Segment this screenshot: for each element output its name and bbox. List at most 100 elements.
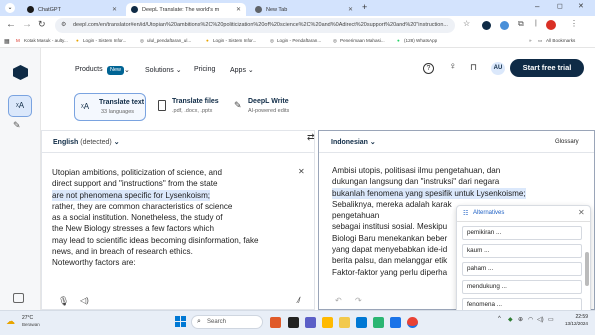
scrollbar-thumb[interactable] bbox=[585, 252, 589, 286]
translate-mode-icon[interactable]: ᵡA bbox=[8, 95, 32, 117]
source-text-area[interactable]: Utopian ambitions, politicization of sci… bbox=[52, 167, 300, 269]
bookmark-item[interactable]: (128) WhatsApp bbox=[404, 38, 437, 43]
tray-app-icon[interactable]: ◆ bbox=[508, 316, 513, 323]
bookmark-item[interactable]: ulul_pendaftaran_ul... bbox=[147, 38, 191, 43]
taskbar-app-icon[interactable] bbox=[373, 317, 384, 328]
windows-start-icon[interactable] bbox=[175, 316, 186, 327]
maximize-icon[interactable]: ◻ bbox=[557, 2, 563, 10]
reload-icon[interactable]: ↻ bbox=[38, 19, 46, 30]
extensions-puzzle-icon[interactable]: ⧉ bbox=[518, 19, 524, 29]
bookmark-item[interactable]: Login - Pendaftaran... bbox=[277, 38, 321, 43]
tab-new-tab[interactable]: New Tab ✕ bbox=[250, 3, 358, 16]
undo-icon[interactable]: ↶ bbox=[335, 296, 342, 305]
help-icon[interactable]: ? bbox=[423, 63, 434, 74]
source-line: the New Biology stresses a few factors w… bbox=[52, 224, 214, 234]
language-icon[interactable]: ⊕ bbox=[518, 316, 523, 323]
tab-translate-text[interactable]: ᵡA Translate text 33 languages bbox=[74, 93, 146, 121]
chevron-right-icon[interactable]: » bbox=[529, 38, 532, 43]
close-icon[interactable]: ✕ bbox=[578, 208, 585, 217]
bookmarks-bar: ▦ M Kotak Masuk - aulty... ● Login - Sis… bbox=[0, 36, 595, 48]
lightbulb-icon[interactable]: ♀ bbox=[449, 61, 457, 72]
pen-sparkle-icon: ✎ bbox=[234, 100, 242, 110]
tab-search-icon[interactable]: ⌄ bbox=[5, 3, 15, 13]
glossary-button[interactable]: Glossary bbox=[555, 139, 579, 145]
speaker-icon[interactable]: ◁) bbox=[80, 296, 89, 305]
deepl-logo-icon[interactable] bbox=[13, 65, 28, 80]
taskbar-app-icon[interactable] bbox=[339, 317, 350, 328]
window-close-icon[interactable]: ✕ bbox=[578, 2, 584, 10]
redo-icon[interactable]: ↷ bbox=[355, 296, 362, 305]
taskbar-app-icon[interactable] bbox=[390, 317, 401, 328]
alternative-item[interactable]: mendukung ... bbox=[462, 280, 582, 294]
alternative-item[interactable]: paham ... bbox=[462, 262, 582, 276]
nav-products[interactable]: Products bbox=[75, 66, 103, 73]
bookmark-item[interactable]: Login - Sistem Infor... bbox=[83, 38, 126, 43]
taskbar-app-icon[interactable] bbox=[270, 317, 281, 328]
deepl-extension-icon[interactable] bbox=[482, 21, 491, 30]
weather-temp: 27°C bbox=[22, 315, 34, 321]
nav-apps[interactable]: Apps ⌄ bbox=[230, 66, 254, 74]
url-field[interactable]: ⚙ deepl.com/en/translator#en/id/Utopian%… bbox=[55, 18, 455, 33]
site-info-icon[interactable]: ⚙ bbox=[61, 18, 66, 33]
start-free-trial-button[interactable]: Start free trial bbox=[510, 59, 584, 77]
back-icon[interactable]: ← bbox=[6, 19, 16, 30]
forward-icon[interactable]: → bbox=[22, 19, 32, 30]
swap-languages-icon[interactable]: ⇄ bbox=[307, 132, 315, 143]
microphone-icon[interactable]: 🎙︎ bbox=[58, 296, 69, 307]
teams-icon[interactable] bbox=[305, 317, 316, 328]
close-icon[interactable]: ✕ bbox=[112, 6, 117, 13]
wifi-icon[interactable]: ◠ bbox=[528, 316, 533, 323]
bookmark-item[interactable]: Penerimaan Mahasi... bbox=[340, 38, 385, 43]
chrome-icon[interactable] bbox=[407, 317, 418, 328]
bookmark-icon[interactable]: ⊓ bbox=[470, 62, 477, 73]
nav-pricing[interactable]: Pricing bbox=[194, 66, 215, 73]
mode-subtitle: AI-powered edits bbox=[248, 108, 290, 114]
close-icon[interactable]: ✕ bbox=[236, 6, 241, 13]
folder-icon: ▭ bbox=[538, 38, 543, 43]
source-language-select[interactable]: English (detected) ⌄ bbox=[53, 138, 120, 146]
profile-avatar-icon[interactable] bbox=[546, 20, 556, 30]
nav-solutions[interactable]: Solutions ⌄ bbox=[145, 66, 182, 74]
apps-grid-icon[interactable]: ▦ bbox=[4, 38, 10, 45]
left-rail: ᵡA ✎ bbox=[0, 48, 41, 310]
source-line: news, and in breach of research ethics. bbox=[52, 247, 193, 257]
close-icon[interactable]: ✕ bbox=[348, 6, 353, 13]
mode-title: Translate files bbox=[172, 98, 219, 105]
weather-icon[interactable]: ☁ bbox=[6, 316, 18, 326]
new-tab-icon[interactable]: + bbox=[362, 2, 367, 12]
task-view-icon[interactable] bbox=[288, 317, 299, 328]
volume-icon[interactable]: ◁) bbox=[537, 316, 544, 323]
clear-formatting-icon[interactable]: ⁄̸ bbox=[298, 296, 299, 305]
bookmark-item[interactable]: Login - Sistem Infor... bbox=[213, 38, 256, 43]
globe-icon: ◎ bbox=[140, 38, 145, 43]
alternative-item[interactable]: pemikiran ... bbox=[462, 226, 582, 240]
minimize-icon[interactable]: – bbox=[535, 2, 539, 11]
bookmark-item[interactable]: All Bookmarks bbox=[546, 38, 575, 43]
tab-deepl-write[interactable]: ✎ DeepL Write AI-powered edits bbox=[230, 93, 305, 121]
bookmark-item[interactable]: Kotak Masuk - aulty... bbox=[24, 38, 68, 43]
taskbar-search[interactable]: ⌕ Search bbox=[191, 315, 263, 329]
tab-translate-files[interactable]: Translate files .pdf, .docx, .pptx bbox=[154, 93, 224, 121]
user-avatar[interactable]: AU bbox=[491, 62, 505, 75]
alternative-item[interactable]: kaum ... bbox=[462, 244, 582, 258]
file-explorer-icon[interactable] bbox=[322, 317, 333, 328]
menu-dots-icon[interactable]: ⋮ bbox=[570, 19, 578, 28]
extension-icon[interactable] bbox=[500, 21, 509, 30]
target-line-highlighted: bukanlah fenomena yang spesifik untuk Ly… bbox=[332, 187, 526, 199]
target-language-select[interactable]: Indonesian ⌄ bbox=[331, 138, 376, 146]
list-icon: ☷ bbox=[463, 211, 469, 217]
write-mode-icon[interactable]: ✎ bbox=[13, 120, 21, 131]
tab-label: New Tab bbox=[266, 6, 288, 13]
tray-chevron-icon[interactable]: ^ bbox=[498, 316, 501, 322]
bookmark-star-icon[interactable]: ☆ bbox=[463, 19, 470, 28]
tab-chatgpt[interactable]: ChatGPT ✕ bbox=[22, 3, 122, 16]
source-line: Noteworthy factors are: bbox=[52, 258, 136, 268]
store-icon[interactable] bbox=[356, 317, 367, 328]
alternatives-title: Alternatives bbox=[473, 210, 505, 216]
chevron-down-icon[interactable]: ⌄ bbox=[124, 66, 130, 74]
battery-icon[interactable]: ▭ bbox=[548, 316, 554, 323]
sidebar-toggle-icon[interactable] bbox=[13, 293, 24, 303]
clock-date[interactable]: 13/12/2024 bbox=[556, 321, 588, 326]
clock-time[interactable]: 22:59 bbox=[566, 314, 588, 320]
tab-deepl[interactable]: DeepL Translate: The world's m ✕ bbox=[126, 3, 246, 16]
